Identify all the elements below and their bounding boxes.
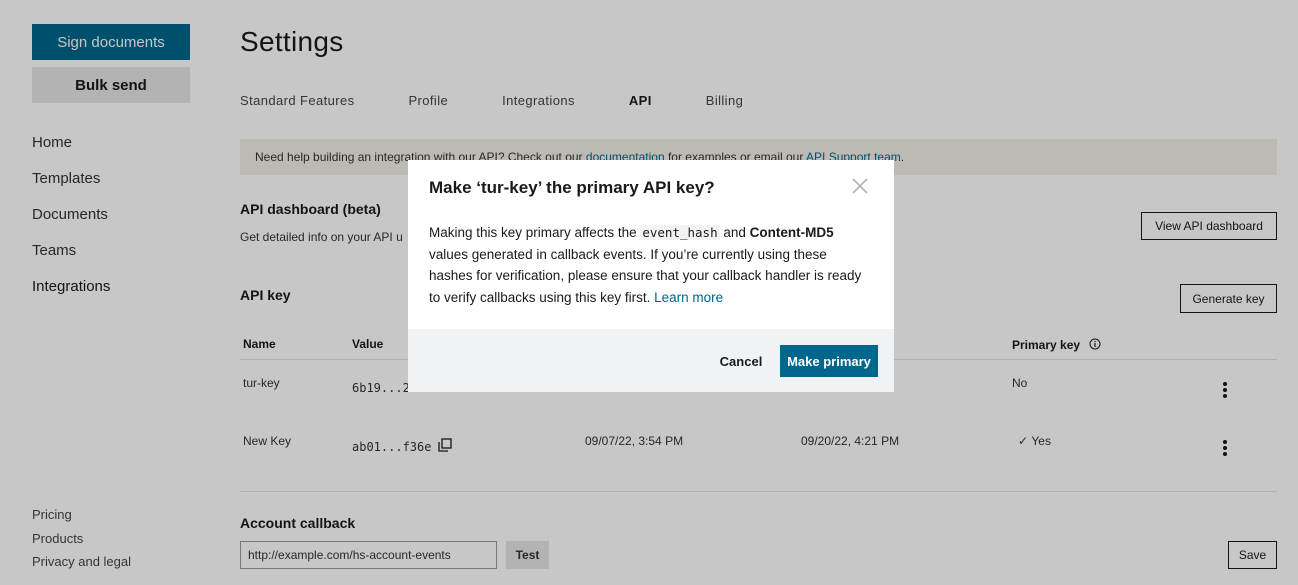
- dialog-title: Make ‘tur-key’ the primary API key?: [429, 178, 715, 197]
- event-hash-code: event_hash: [640, 225, 720, 240]
- dialog-body: Making this key primary affects the even…: [429, 222, 869, 308]
- dialog-body-text: Making this key primary affects the: [429, 225, 641, 240]
- dialog-footer: Cancel Make primary: [408, 329, 894, 392]
- cancel-button[interactable]: Cancel: [712, 345, 770, 377]
- content-md5-text: Content-MD5: [749, 225, 834, 240]
- make-primary-button[interactable]: Make primary: [780, 345, 878, 377]
- close-icon[interactable]: [850, 176, 870, 196]
- make-primary-dialog: Make ‘tur-key’ the primary API key? Maki…: [408, 160, 894, 392]
- dialog-body-text-2: and: [719, 225, 750, 240]
- dialog-body-text-3: values generated in callback events. If …: [429, 246, 862, 305]
- learn-more-link[interactable]: Learn more: [654, 290, 723, 305]
